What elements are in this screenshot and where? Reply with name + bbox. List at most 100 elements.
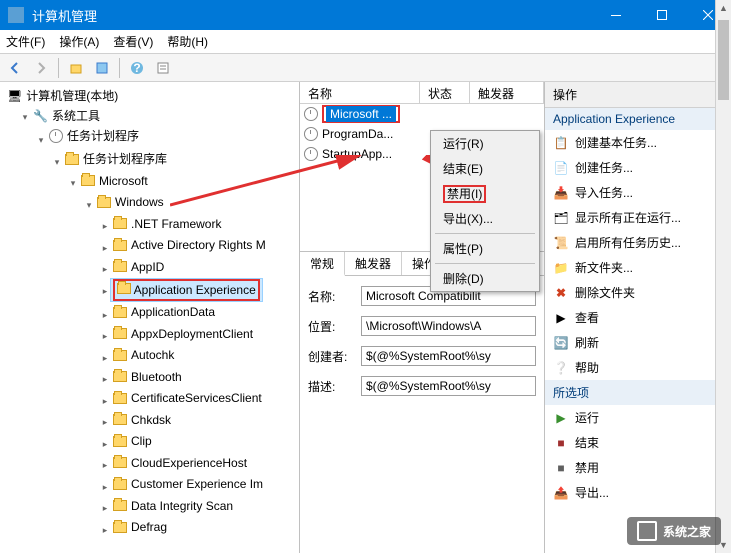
label-description: 描述: [308,378,353,395]
action-item[interactable]: 📄创建任务... [545,155,731,180]
svg-text:?: ? [133,61,140,75]
scrollbar[interactable]: ▲ ▼ [715,0,731,553]
value-location[interactable]: \Microsoft\Windows\A [361,316,536,336]
folder-icon [113,328,127,339]
action-item[interactable]: ▶查看▸ [545,305,731,330]
caret-icon[interactable]: ▾ [52,153,62,171]
tree-node-folder[interactable]: CloudExperienceHost [110,453,250,473]
tree-node-folder[interactable]: Clip [110,431,155,451]
list-button[interactable] [152,57,174,79]
caret-icon[interactable]: ▸ [100,327,110,345]
menu-run[interactable]: 运行(R) [431,131,539,156]
tree-node-systools[interactable]: 🔧系统工具 [30,106,103,126]
help-button[interactable]: ? [126,57,148,79]
menu-disable[interactable]: 禁用(I) [431,181,539,206]
menu-action[interactable]: 操作(A) [59,33,99,50]
caret-icon[interactable]: ▸ [100,260,110,278]
value-description[interactable]: $(@%SystemRoot%\sy [361,376,536,396]
tree-node-folder[interactable]: .NET Framework [110,214,224,234]
caret-icon[interactable]: ▾ [36,131,46,149]
tree-node-folder[interactable]: AppxDeploymentClient [110,324,256,344]
folder-label: .NET Framework [131,215,221,233]
action-group-selected[interactable]: 所选项▴ [545,380,731,405]
caret-icon[interactable]: ▸ [100,370,110,388]
caret-icon[interactable]: ▸ [100,478,110,496]
action-item[interactable]: 📋创建基本任务... [545,130,731,155]
menu-export[interactable]: 导出(X)... [431,206,539,231]
tree-node-microsoft[interactable]: Microsoft [78,171,151,191]
folder-label: Bluetooth [131,368,182,386]
action-group-app-experience[interactable]: Application Experience▴ [545,108,731,130]
caret-icon[interactable]: ▾ [68,174,78,192]
action-item[interactable]: ❔帮助 [545,355,731,380]
caret-icon[interactable]: ▸ [100,413,110,431]
action-item[interactable]: ▶运行 [545,405,731,430]
folder-label: Customer Experience Im [131,475,263,493]
action-item[interactable]: 🔄刷新 [545,330,731,355]
caret-icon[interactable]: ▾ [84,196,94,214]
tree-node-tasklib[interactable]: 任务计划程序库 [62,149,170,169]
forward-button[interactable] [30,57,52,79]
caret-icon[interactable]: ▸ [100,306,110,324]
scroll-up-icon[interactable]: ▲ [716,0,731,16]
clock-icon [304,107,318,121]
menu-help[interactable]: 帮助(H) [167,33,208,50]
col-trigger[interactable]: 触发器 [470,82,544,103]
action-item[interactable]: 📥导入任务... [545,180,731,205]
tree-node-folder[interactable]: Application Experience [110,278,263,302]
value-creator[interactable]: $(@%SystemRoot%\sy [361,346,536,366]
up-button[interactable] [65,57,87,79]
caret-icon[interactable]: ▸ [100,239,110,257]
tree-pane[interactable]: 🖥计算机管理(本地) ▾🔧系统工具 ▾任务计划程序 ▾任务计划程序库 ▾Micr… [0,82,300,553]
menu-delete[interactable]: 删除(D) [431,266,539,291]
props-button[interactable] [91,57,113,79]
wrench-icon: 🔧 [33,107,48,125]
action-item[interactable]: 📁新文件夹... [545,255,731,280]
action-label: 创建基本任务... [575,134,657,151]
tree-node-folder[interactable]: AppID [110,257,167,277]
caret-icon[interactable]: ▾ [20,108,30,126]
folder-icon [113,240,127,251]
tree-node-windows[interactable]: Windows [94,192,167,212]
tab-triggers[interactable]: 触发器 [345,252,402,275]
tree-node-folder[interactable]: Active Directory Rights M [110,235,269,255]
maximize-button[interactable] [639,0,685,30]
caret-icon[interactable]: ▸ [100,392,110,410]
back-button[interactable] [4,57,26,79]
action-item[interactable]: ■禁用 [545,455,731,480]
menu-end[interactable]: 结束(E) [431,156,539,181]
list-row[interactable]: Microsoft ... [300,104,544,124]
action-item[interactable]: 📤导出... [545,480,731,505]
caret-icon[interactable]: ▸ [100,456,110,474]
caret-icon[interactable]: ▸ [100,499,110,517]
col-name[interactable]: 名称 [300,82,420,103]
menu-file[interactable]: 文件(F) [6,33,45,50]
detail-area: 常规 触发器 操作 条件 名称: Microsoft Compatibilit … [300,252,544,553]
action-item[interactable]: 🗂显示所有正在运行... [545,205,731,230]
tree-node-folder[interactable]: Chkdsk [110,410,174,430]
tab-general[interactable]: 常规 [300,252,345,276]
col-status[interactable]: 状态 [420,82,470,103]
tree-node-folder[interactable]: ApplicationData [110,302,218,322]
caret-icon[interactable]: ▸ [100,217,110,235]
tree-node-folder[interactable]: Data Integrity Scan [110,496,236,516]
tree-node-folder[interactable]: Defrag [110,517,170,537]
caret-icon[interactable]: ▸ [100,435,110,453]
caret-icon[interactable]: ▸ [100,282,110,300]
menu-properties[interactable]: 属性(P) [431,236,539,261]
action-item[interactable]: 📜启用所有任务历史... [545,230,731,255]
tree-node-folder[interactable]: Bluetooth [110,367,185,387]
scroll-thumb[interactable] [718,20,729,100]
menu-view[interactable]: 查看(V) [113,33,153,50]
tree-node-folder[interactable]: Autochk [110,345,177,365]
tree-node-folder[interactable]: CertificateServicesClient [110,388,265,408]
caret-icon[interactable]: ▸ [100,349,110,367]
tree-node-folder[interactable]: Customer Experience Im [110,474,266,494]
action-item[interactable]: ■结束 [545,430,731,455]
tree-node-root[interactable]: 🖥计算机管理(本地) [4,86,121,106]
minimize-button[interactable] [593,0,639,30]
caret-icon[interactable]: ▸ [100,521,110,539]
action-item[interactable]: ✖删除文件夹 [545,280,731,305]
tree-node-tasksched[interactable]: 任务计划程序 [46,126,142,146]
folder-label: Chkdsk [131,411,171,429]
